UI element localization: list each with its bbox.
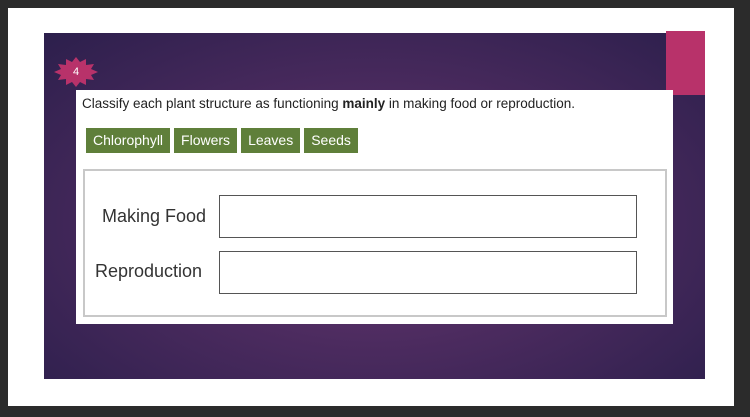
question-number-badge: 4 (54, 57, 98, 87)
category-label-making-food: Making Food (102, 206, 207, 226)
choice-seeds[interactable]: Seeds (304, 128, 358, 153)
question-prompt: Classify each plant structure as functio… (82, 96, 667, 111)
question-card: Classify each plant structure as functio… (76, 90, 673, 324)
classification-area: Making Food Reproduction (83, 169, 667, 317)
question-number: 4 (72, 66, 80, 78)
accent-tab (666, 31, 705, 95)
choice-chlorophyll[interactable]: Chlorophyll (86, 128, 171, 153)
choice-leaves[interactable]: Leaves (241, 128, 301, 153)
drop-zone-making-food[interactable] (219, 195, 637, 238)
category-label-reproduction: Reproduction (95, 261, 203, 281)
drop-zone-reproduction[interactable] (219, 251, 637, 294)
prompt-text-start: Classify each plant structure as functio… (82, 96, 343, 111)
prompt-emphasis: mainly (342, 96, 386, 111)
answer-choices: Chlorophyll Flowers Leaves Seeds (86, 128, 358, 153)
prompt-text-end: in making food or reproduction. (385, 96, 576, 111)
choice-flowers[interactable]: Flowers (174, 128, 238, 153)
